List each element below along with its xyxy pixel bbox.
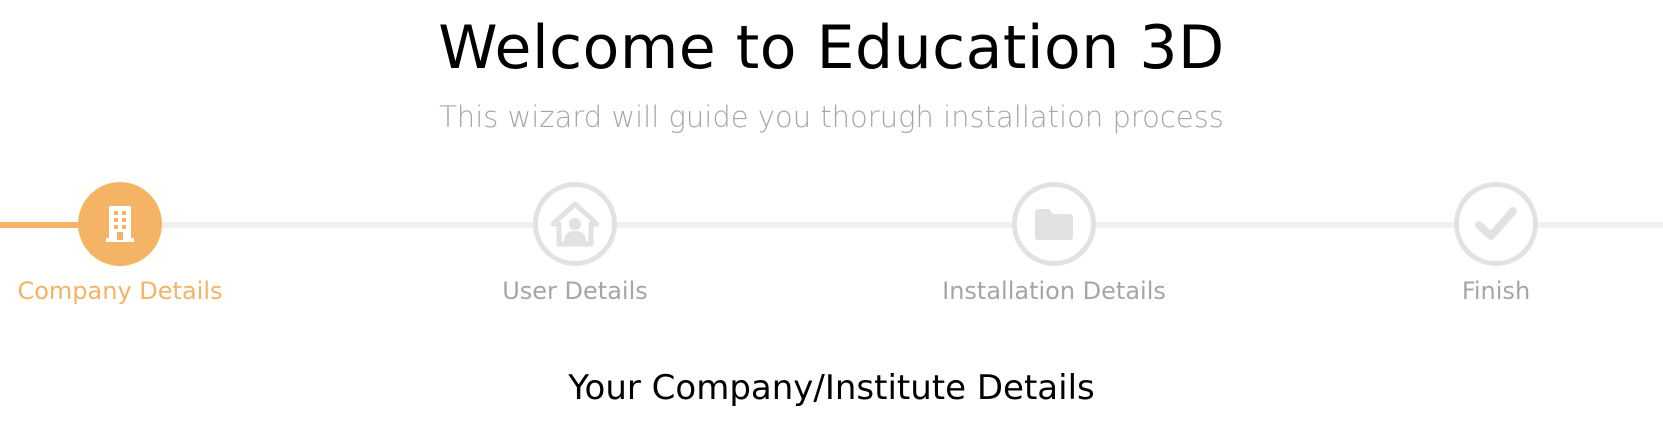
user-home-icon [549, 200, 601, 248]
step-label: Finish [1461, 277, 1531, 305]
wizard-step-company-details[interactable]: Company Details [0, 182, 270, 322]
step-label: User Details [502, 277, 648, 305]
building-icon [103, 204, 137, 244]
wizard-step-installation-details[interactable]: Installation Details [904, 182, 1204, 322]
step-circle[interactable] [1454, 182, 1538, 266]
folder-icon [1033, 207, 1075, 241]
section-heading: Your Company/Institute Details [568, 368, 1095, 408]
page-subtitle: This wizard will guide you thorugh insta… [439, 100, 1224, 134]
step-label: Company Details [17, 277, 223, 305]
wizard-step-finish[interactable]: Finish [1346, 182, 1646, 322]
page-title: Welcome to Education 3D [438, 13, 1225, 83]
checkmark-icon [1474, 204, 1518, 244]
wizard-step-user-details[interactable]: User Details [425, 182, 725, 322]
installation-wizard: Welcome to Education 3D This wizard will… [0, 0, 1663, 432]
step-circle[interactable] [78, 182, 162, 266]
step-circle[interactable] [1012, 182, 1096, 266]
step-circle[interactable] [533, 182, 617, 266]
step-label: Installation Details [942, 277, 1166, 305]
